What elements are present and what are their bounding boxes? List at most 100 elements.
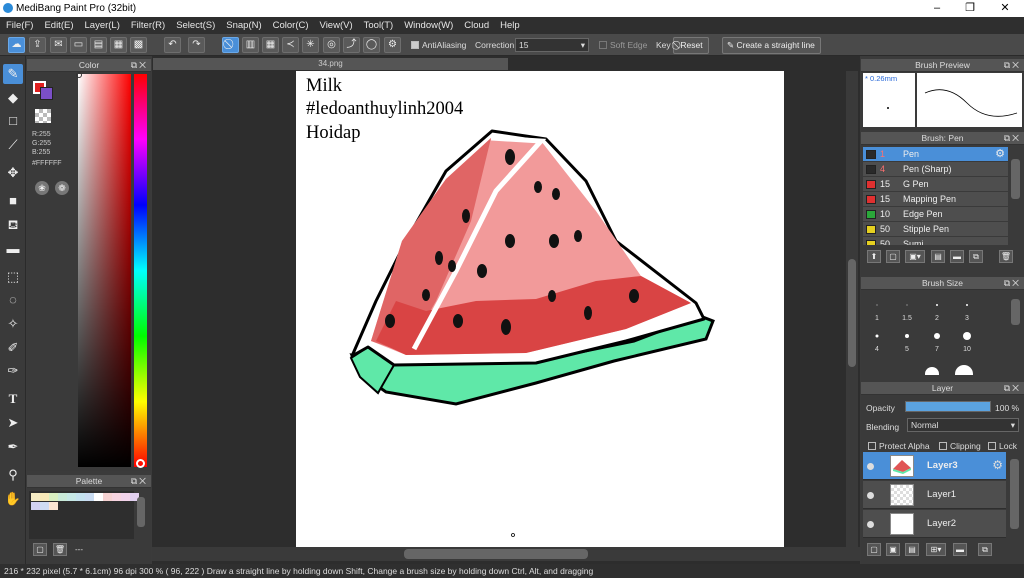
layer-folder-icon[interactable]: ▬	[953, 543, 967, 556]
concentric-snap-icon[interactable]: ◎	[323, 37, 340, 53]
new-palette-icon[interactable]: ▢	[33, 543, 47, 556]
document-tab[interactable]: 34.png	[153, 58, 508, 70]
dot-tool-icon[interactable]: ⟋	[3, 135, 23, 155]
clipping-checkbox[interactable]: Clipping	[939, 441, 981, 451]
select-pen-tool-icon[interactable]: ✐	[3, 338, 23, 358]
palette-swatch[interactable]	[31, 502, 40, 510]
select-eraser-tool-icon[interactable]: ✑	[3, 361, 23, 381]
snap-settings-icon[interactable]: ⚙	[384, 37, 401, 53]
operation-tool-icon[interactable]: ➤	[3, 413, 23, 433]
brush-add-icon[interactable]: ⬆	[867, 250, 881, 263]
panel-float-close-icon[interactable]: ⧉✕	[131, 59, 148, 72]
new-layer-icon[interactable]: ▢	[867, 543, 881, 556]
visibility-eye-icon[interactable]	[867, 463, 874, 470]
divide-tool-icon[interactable]: ✒	[3, 437, 23, 457]
gear-icon[interactable]: ⚙	[992, 458, 1003, 472]
brush-size-cell[interactable]: 1	[862, 293, 892, 323]
menu-view[interactable]: View(V)	[320, 17, 353, 34]
brush-item[interactable]: 4 Pen (Sharp)	[863, 162, 1008, 177]
secondary-color-swatch[interactable]	[40, 87, 53, 100]
circle-snap-icon[interactable]: ◯	[363, 37, 380, 53]
radial-snap-icon[interactable]: ✳	[302, 37, 319, 53]
saturation-brightness-picker[interactable]	[78, 74, 131, 467]
transparent-color-icon[interactable]	[35, 109, 51, 123]
close-button[interactable]: ✕	[990, 1, 1020, 15]
hue-slider[interactable]	[134, 74, 147, 467]
hue-slider-handle[interactable]	[136, 459, 145, 468]
horizontal-scrollbar-thumb[interactable]	[404, 549, 588, 559]
brush-copy-icon[interactable]: ▤	[931, 250, 945, 263]
layer-dropdown-icon[interactable]: ⊞▾	[926, 543, 946, 556]
layer-row-layer1[interactable]: Layer1	[863, 481, 1006, 509]
reset-button[interactable]: ⃠ Reset	[673, 37, 709, 54]
menu-color[interactable]: Color(C)	[273, 17, 309, 34]
menu-window[interactable]: Window(W)	[404, 17, 453, 34]
maximize-button[interactable]: ❐	[955, 1, 985, 15]
menu-edit[interactable]: Edit(E)	[44, 17, 73, 34]
move-tool-icon[interactable]: ✥	[3, 163, 23, 183]
palette-swatch[interactable]	[85, 493, 94, 501]
palette-swatch[interactable]	[40, 502, 49, 510]
straight-line-button[interactable]: ✎ Create a straight line	[722, 37, 821, 54]
brush-dropdown-icon[interactable]: ▣▾	[905, 250, 925, 263]
palette-swatch[interactable]	[94, 493, 103, 501]
drawing-canvas[interactable]: Milk #ledoanthuylinh2004 Hoidap	[296, 71, 784, 547]
eraser-tool-icon[interactable]: ◆	[3, 88, 23, 108]
brush-item[interactable]: 10 Edge Pen	[863, 207, 1008, 222]
palette-float-close-icon[interactable]: ⧉✕	[131, 475, 148, 488]
undo-icon[interactable]: ↶	[164, 37, 181, 53]
brush-size-scrollbar[interactable]	[1011, 299, 1020, 325]
eyedropper-tool-icon[interactable]: ⚲	[3, 465, 23, 485]
brush-item[interactable]: 15 Mapping Pen	[863, 192, 1008, 207]
brush-duplicate-icon[interactable]: ⧉	[969, 250, 983, 263]
palette-swatch[interactable]	[103, 493, 112, 501]
visibility-eye-icon[interactable]	[867, 521, 874, 528]
brush-size-cell[interactable]: 3	[952, 293, 982, 323]
brush-item[interactable]: 1 Pen ⚙	[863, 147, 1008, 162]
grid-icon[interactable]: ▩	[130, 37, 147, 53]
opacity-slider[interactable]	[905, 401, 991, 412]
brush-size-float-close-icon[interactable]: ⧉✕	[1004, 277, 1021, 290]
correction-select[interactable]: 15 ▾	[515, 38, 589, 52]
blending-select[interactable]: Normal ▾	[907, 418, 1019, 432]
brush-item[interactable]: 50 Sumi	[863, 237, 1008, 245]
brush-size-cell[interactable]: 7	[922, 324, 952, 354]
fill-rect-tool-icon[interactable]: ■	[3, 191, 23, 211]
menu-filter[interactable]: Filter(R)	[131, 17, 165, 34]
brush-tool-icon[interactable]: ✎	[3, 64, 23, 84]
comment-icon[interactable]: ✉	[50, 37, 67, 53]
brush-panel-float-close-icon[interactable]: ⧉✕	[1004, 132, 1021, 145]
document-icon[interactable]: ▤	[90, 37, 107, 53]
brush-size-cell[interactable]: 1.5	[892, 293, 922, 323]
text-tool-icon[interactable]: T	[3, 389, 23, 409]
vanishing-snap-icon[interactable]: ≺	[282, 37, 299, 53]
layer-row-layer2[interactable]: Layer2	[863, 510, 1006, 538]
menu-layer[interactable]: Layer(L)	[85, 17, 120, 34]
soft-edge-checkbox[interactable]: Soft Edge	[599, 40, 647, 50]
bucket-tool-icon[interactable]: ⛾	[3, 215, 23, 235]
brush-preview-float-close-icon[interactable]: ⧉✕	[1004, 59, 1021, 72]
layer-row-layer3[interactable]: Layer3 ⚙	[863, 452, 1006, 480]
layer-list-scrollbar[interactable]	[1010, 459, 1019, 529]
brush-folder-icon[interactable]: ▬	[950, 250, 964, 263]
brush-list-scrollbar[interactable]	[1011, 159, 1020, 199]
palette-swatch[interactable]	[40, 493, 49, 501]
copy-layer-icon[interactable]: ▤	[905, 543, 919, 556]
visibility-eye-icon[interactable]	[867, 492, 874, 499]
rectangle-tool-icon[interactable]: □	[3, 111, 23, 131]
brush-item[interactable]: 50 Stipple Pen	[863, 222, 1008, 237]
palette-scrollbar[interactable]	[137, 497, 145, 527]
magic-wand-tool-icon[interactable]: ✧	[3, 314, 23, 334]
brush-size-cell[interactable]: 2	[922, 293, 952, 323]
brush-size-cell[interactable]: 4	[862, 324, 892, 354]
palette-swatch[interactable]	[49, 493, 58, 501]
lock-checkbox[interactable]: Lock	[988, 441, 1017, 451]
protect-alpha-checkbox[interactable]: Protect Alpha	[868, 441, 930, 451]
layer-duplicate-icon[interactable]: ⧉	[978, 543, 992, 556]
minimize-button[interactable]: –	[922, 1, 952, 15]
horizontal-scrollbar[interactable]	[152, 547, 860, 561]
palette-swatch[interactable]	[76, 493, 85, 501]
share-icon[interactable]: ⇪	[29, 37, 46, 53]
palette-swatch[interactable]	[31, 493, 40, 501]
vertical-scrollbar[interactable]	[846, 71, 858, 547]
